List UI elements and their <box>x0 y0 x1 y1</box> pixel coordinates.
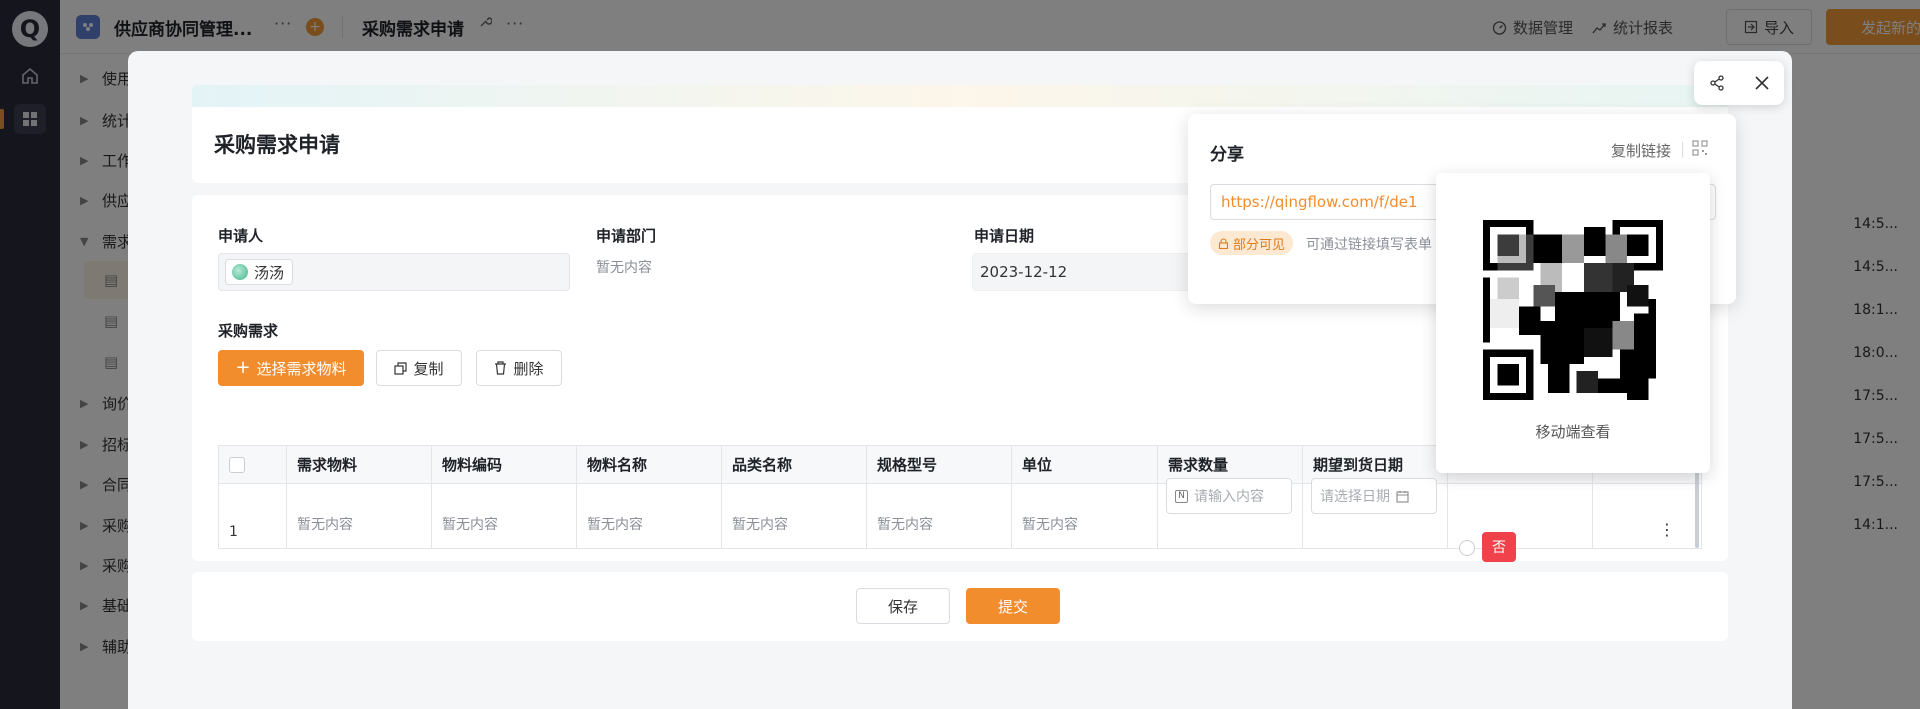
quantity-input[interactable]: N 请输入内容 <box>1166 478 1292 514</box>
plus-icon: + <box>235 357 251 378</box>
number-icon: N <box>1175 489 1188 503</box>
table-cell[interactable]: 暂无内容 <box>287 484 432 548</box>
copy-label: 复制 <box>413 359 444 378</box>
trash-icon <box>495 361 507 375</box>
close-icon[interactable] <box>1739 61 1784 105</box>
applicant-chip[interactable]: 汤汤 <box>225 259 294 285</box>
table-cell: 暂无内容 <box>867 484 1012 548</box>
action-cell <box>1593 484 1701 548</box>
save-button[interactable]: 保存 <box>856 588 950 624</box>
copy-icon <box>394 361 408 375</box>
applicant-label: 申请人 <box>218 227 264 245</box>
delete-label: 删除 <box>513 359 544 378</box>
qrcode-popover: 移动端查看 <box>1436 173 1710 473</box>
calendar-icon <box>1396 490 1409 503</box>
table-select-all[interactable] <box>219 446 287 484</box>
table-header: 单位 <box>1012 446 1158 484</box>
date-value: 2023-12-12 <box>980 263 1068 281</box>
toggle-cell <box>1448 484 1593 548</box>
no-radio[interactable] <box>1459 540 1475 556</box>
table-header: 品类名称 <box>722 446 867 484</box>
expected-date-placeholder: 请选择日期 <box>1320 489 1390 505</box>
copy-button[interactable]: 复制 <box>376 350 462 386</box>
lock-icon <box>1218 237 1229 249</box>
table-header: 需求物料 <box>287 446 432 484</box>
table-cell: 暂无内容 <box>577 484 722 548</box>
modal-action-buttons <box>1694 61 1784 105</box>
header-gradient-band <box>192 85 1728 107</box>
avatar <box>232 264 248 280</box>
table-header: 规格型号 <box>867 446 1012 484</box>
qrcode-icon[interactable] <box>1692 140 1708 160</box>
share-icon[interactable] <box>1694 61 1739 105</box>
table-header: 物料编码 <box>432 446 577 484</box>
row-more-icon[interactable]: ⋮ <box>1659 522 1675 538</box>
visibility-label: 部分可见 <box>1233 237 1286 253</box>
select-material-button[interactable]: + 选择需求物料 <box>218 350 364 386</box>
section-label: 采购需求 <box>218 322 279 340</box>
date-field[interactable]: 2023-12-12 <box>972 253 1202 291</box>
qrcode-image <box>1483 220 1663 400</box>
table-cell: 暂无内容 <box>432 484 577 548</box>
no-option[interactable]: 否 <box>1482 532 1516 562</box>
visibility-badge[interactable]: 部分可见 <box>1210 231 1294 255</box>
applicant-field[interactable]: 汤汤 <box>218 253 570 291</box>
share-title: 分享 <box>1210 145 1244 165</box>
form-footer-card: 保存 提交 <box>192 572 1728 641</box>
quantity-placeholder: 请输入内容 <box>1194 489 1264 505</box>
dept-value: 暂无内容 <box>596 260 652 276</box>
date-label: 申请日期 <box>974 227 1035 245</box>
select-all-checkbox[interactable] <box>229 456 245 473</box>
copy-link-button[interactable]: 复制链接 <box>1611 140 1671 161</box>
applicant-name: 汤汤 <box>254 263 285 282</box>
dept-label: 申请部门 <box>596 227 657 245</box>
select-material-label: 选择需求物料 <box>256 359 347 378</box>
visibility-description: 可通过链接填写表单 <box>1306 237 1432 253</box>
table-cell: 暂无内容 <box>1012 484 1158 548</box>
form-title: 采购需求申请 <box>214 133 340 157</box>
divider <box>1682 142 1683 158</box>
expected-date-input[interactable]: 请选择日期 <box>1311 478 1437 514</box>
row-index: 1 <box>219 484 287 548</box>
submit-button[interactable]: 提交 <box>966 588 1060 624</box>
table-cell: 暂无内容 <box>722 484 867 548</box>
qrcode-caption: 移动端查看 <box>1535 423 1611 441</box>
table-header: 物料名称 <box>577 446 722 484</box>
delete-button[interactable]: 删除 <box>476 350 562 386</box>
